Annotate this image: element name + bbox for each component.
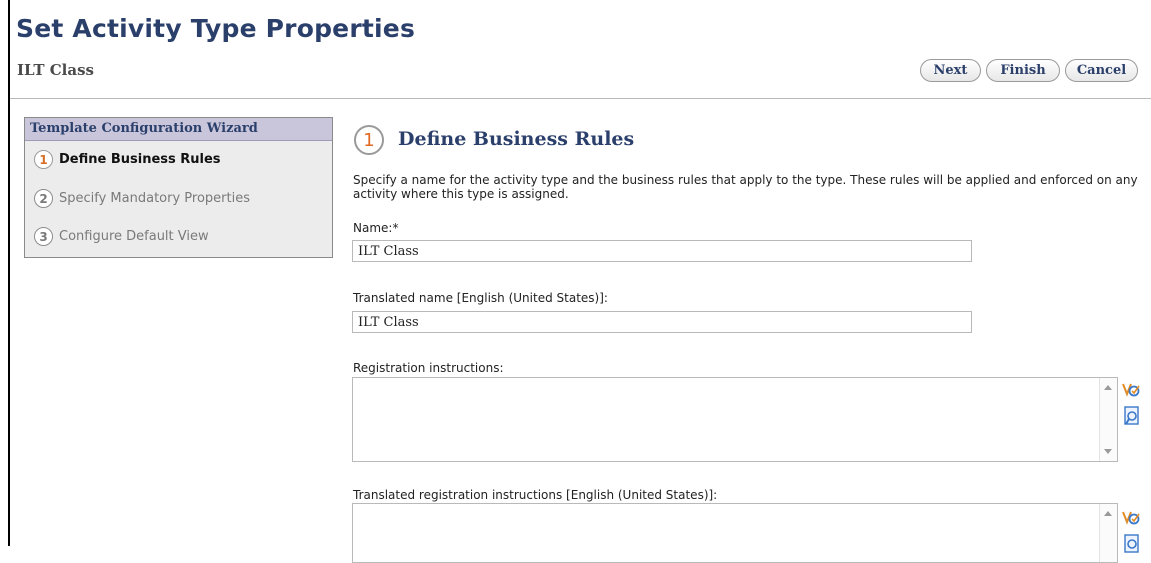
scroll-down-arrow-icon[interactable] [1104,449,1112,454]
section-number-badge: 1 [354,125,384,155]
next-button[interactable]: Next [920,59,981,82]
registration-instructions-textarea[interactable] [352,377,1118,462]
wizard-step-specify-mandatory-properties[interactable]: 2 Specify Mandatory Properties [34,189,250,208]
step-label: Configure Default View [59,229,209,244]
textarea-scrollbar[interactable] [1099,504,1117,562]
finish-button[interactable]: Finish [986,59,1060,82]
step-number-badge: 2 [34,189,53,208]
section-title: Define Business Rules [398,128,635,150]
cancel-button[interactable]: Cancel [1065,59,1138,82]
page-left-border [8,0,10,546]
name-label: Name:* [353,221,399,235]
preview-icon[interactable] [1121,533,1143,555]
step-label: Define Business Rules [59,152,221,167]
name-field[interactable] [352,240,972,262]
translated-registration-instructions-textarea[interactable] [352,503,1118,563]
spellcheck-icon[interactable] [1120,508,1142,530]
section-description: Specify a name for the activity type and… [353,173,1138,201]
header-divider [10,98,1151,99]
wizard-button-row: Next Finish Cancel [920,59,1138,82]
wizard-step-define-business-rules[interactable]: 1 Define Business Rules [34,150,221,169]
step-label: Specify Mandatory Properties [59,191,250,206]
registration-instructions-label: Registration instructions: [353,361,504,375]
step-number-badge: 1 [34,150,53,169]
scroll-up-arrow-icon[interactable] [1104,385,1112,390]
spellcheck-icon[interactable] [1120,380,1142,402]
page-subtitle: ILT Class [17,61,94,79]
wizard-panel: Template Configuration Wizard 1 Define B… [24,117,333,258]
translated-name-label: Translated name [English (United States)… [353,291,608,305]
translated-registration-instructions-label: Translated registration instructions [En… [353,488,718,502]
wizard-step-configure-default-view[interactable]: 3 Configure Default View [34,227,209,246]
textarea-scrollbar[interactable] [1099,378,1117,461]
wizard-panel-title: Template Configuration Wizard [25,118,332,141]
preview-icon[interactable] [1121,405,1143,427]
scroll-up-arrow-icon[interactable] [1104,511,1112,516]
translated-name-field[interactable] [352,311,972,333]
step-number-badge: 3 [34,227,53,246]
page-title: Set Activity Type Properties [16,14,416,43]
